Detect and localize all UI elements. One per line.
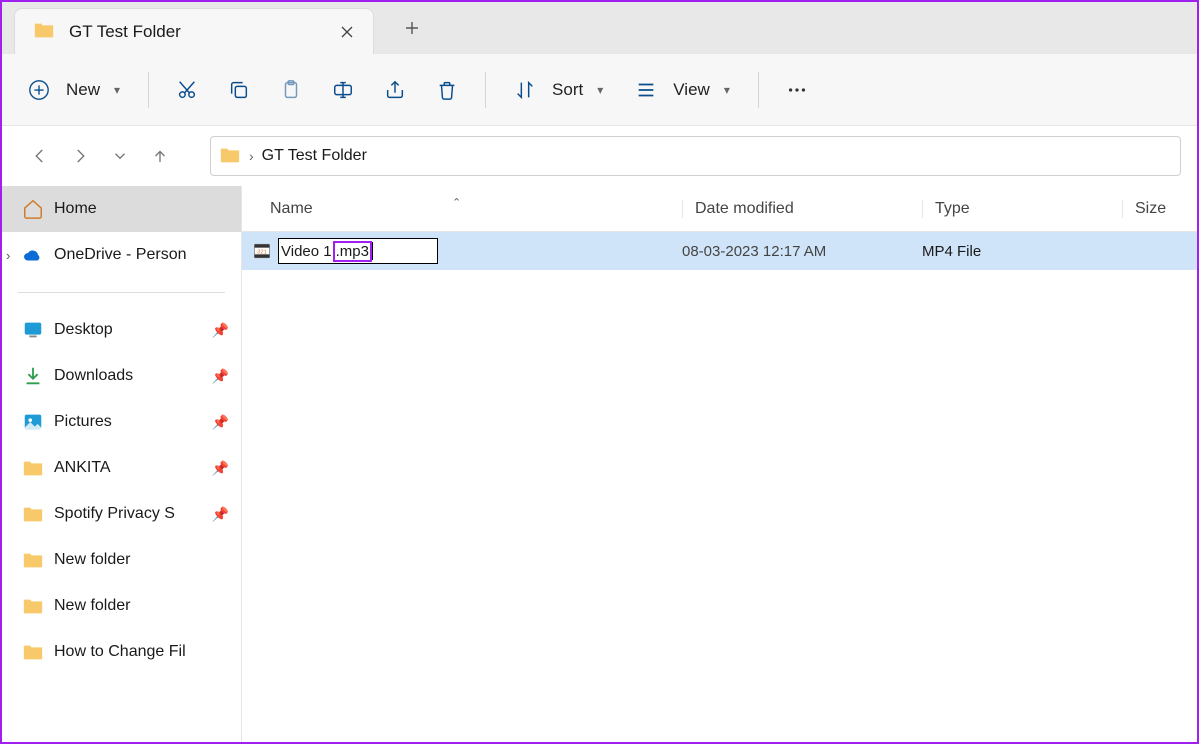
content-pane: Name ⌃ Date modified Type Size 321 Video… xyxy=(242,186,1197,742)
rename-input[interactable]: Video 1.mp3 xyxy=(278,238,438,264)
column-size[interactable]: Size xyxy=(1122,200,1197,218)
new-button[interactable]: New ▾ xyxy=(16,71,132,109)
address-bar[interactable]: › GT Test Folder xyxy=(210,136,1181,176)
pin-icon: 📌 xyxy=(212,322,229,339)
rename-selection: .mp3 xyxy=(333,241,372,262)
sort-indicator-icon: ⌃ xyxy=(452,196,461,209)
folder-icon xyxy=(22,549,44,571)
more-icon[interactable] xyxy=(775,68,819,112)
chevron-down-icon: ▾ xyxy=(114,83,120,97)
nav-arrows xyxy=(10,138,210,174)
close-icon[interactable] xyxy=(339,24,355,40)
video-file-icon: 321 xyxy=(252,241,272,261)
sidebar-item-home[interactable]: Home xyxy=(2,186,241,232)
separator xyxy=(148,72,149,108)
separator xyxy=(485,72,486,108)
new-label: New xyxy=(66,80,100,100)
sidebar-item-quick[interactable]: Downloads 📌 xyxy=(2,353,241,399)
folder-icon xyxy=(22,595,44,617)
tab-title: GT Test Folder xyxy=(69,22,339,42)
sidebar-item-label: Desktop xyxy=(54,321,113,339)
file-row[interactable]: 321 Video 1.mp3 08-03-2023 12:17 AM MP4 … xyxy=(242,232,1197,270)
sidebar-item-quick[interactable]: New folder xyxy=(2,537,241,583)
tab-bar: GT Test Folder xyxy=(2,2,1197,54)
chevron-down-icon: ▾ xyxy=(724,83,730,97)
sidebar-item-quick[interactable]: Spotify Privacy S 📌 xyxy=(2,491,241,537)
sidebar-item-label: Pictures xyxy=(54,413,112,431)
breadcrumb-separator-icon: › xyxy=(249,148,254,164)
breadcrumb-folder[interactable]: GT Test Folder xyxy=(262,147,367,165)
rename-base: Video 1 xyxy=(281,243,332,260)
pictures-icon xyxy=(22,411,44,433)
column-name[interactable]: Name ⌃ xyxy=(242,200,682,218)
text-caret xyxy=(372,242,373,260)
svg-text:321: 321 xyxy=(257,250,267,256)
folder-icon xyxy=(219,144,241,169)
sidebar-item-label: ANKITA xyxy=(54,459,111,477)
pin-icon: 📌 xyxy=(212,368,229,385)
folder-icon xyxy=(22,503,44,525)
folder-icon xyxy=(33,19,55,44)
nav-row: › GT Test Folder xyxy=(2,126,1197,186)
sidebar: Home › OneDrive - Person Desktop📌Downloa… xyxy=(2,186,242,742)
sidebar-item-quick[interactable]: How to Change Fil xyxy=(2,629,241,675)
recent-dropdown-icon[interactable] xyxy=(102,138,138,174)
sidebar-item-label: New folder xyxy=(54,551,130,569)
file-date: 08-03-2023 12:17 AM xyxy=(682,243,922,260)
downloads-icon xyxy=(22,365,44,387)
folder-icon xyxy=(22,641,44,663)
delete-icon[interactable] xyxy=(425,68,469,112)
separator xyxy=(758,72,759,108)
sidebar-item-label: Spotify Privacy S xyxy=(54,505,175,523)
back-icon[interactable] xyxy=(22,138,58,174)
separator xyxy=(18,292,225,293)
sidebar-item-onedrive[interactable]: › OneDrive - Person xyxy=(2,232,241,278)
sidebar-item-label: OneDrive - Person xyxy=(54,246,187,264)
chevron-right-icon[interactable]: › xyxy=(6,248,10,263)
toolbar: New ▾ Sort ▾ View ▾ xyxy=(2,54,1197,126)
chevron-down-icon: ▾ xyxy=(597,83,603,97)
sidebar-item-quick[interactable]: Pictures 📌 xyxy=(2,399,241,445)
cloud-icon xyxy=(22,244,44,266)
tab-active[interactable]: GT Test Folder xyxy=(14,8,374,54)
sort-button[interactable]: Sort ▾ xyxy=(502,71,615,109)
sidebar-item-label: How to Change Fil xyxy=(54,643,186,661)
sidebar-item-quick[interactable]: Desktop 📌 xyxy=(2,307,241,353)
sidebar-item-quick[interactable]: New folder xyxy=(2,583,241,629)
view-label: View xyxy=(673,80,710,100)
forward-icon[interactable] xyxy=(62,138,98,174)
paste-icon[interactable] xyxy=(269,68,313,112)
column-date[interactable]: Date modified xyxy=(682,200,922,218)
rename-icon[interactable] xyxy=(321,68,365,112)
column-headers: Name ⌃ Date modified Type Size xyxy=(242,186,1197,232)
cut-icon[interactable] xyxy=(165,68,209,112)
new-tab-button[interactable] xyxy=(392,20,432,36)
pin-icon: 📌 xyxy=(212,506,229,523)
sidebar-item-label: Downloads xyxy=(54,367,133,385)
pin-icon: 📌 xyxy=(212,460,229,477)
folder-icon xyxy=(22,457,44,479)
copy-icon[interactable] xyxy=(217,68,261,112)
sort-label: Sort xyxy=(552,80,583,100)
home-icon xyxy=(22,198,44,220)
desktop-icon xyxy=(22,319,44,341)
up-icon[interactable] xyxy=(142,138,178,174)
pin-icon: 📌 xyxy=(212,414,229,431)
share-icon[interactable] xyxy=(373,68,417,112)
sidebar-item-quick[interactable]: ANKITA 📌 xyxy=(2,445,241,491)
view-button[interactable]: View ▾ xyxy=(623,71,742,109)
sidebar-item-label: New folder xyxy=(54,597,130,615)
sidebar-item-label: Home xyxy=(54,200,97,218)
column-type[interactable]: Type xyxy=(922,200,1122,218)
file-type: MP4 File xyxy=(922,243,1122,260)
